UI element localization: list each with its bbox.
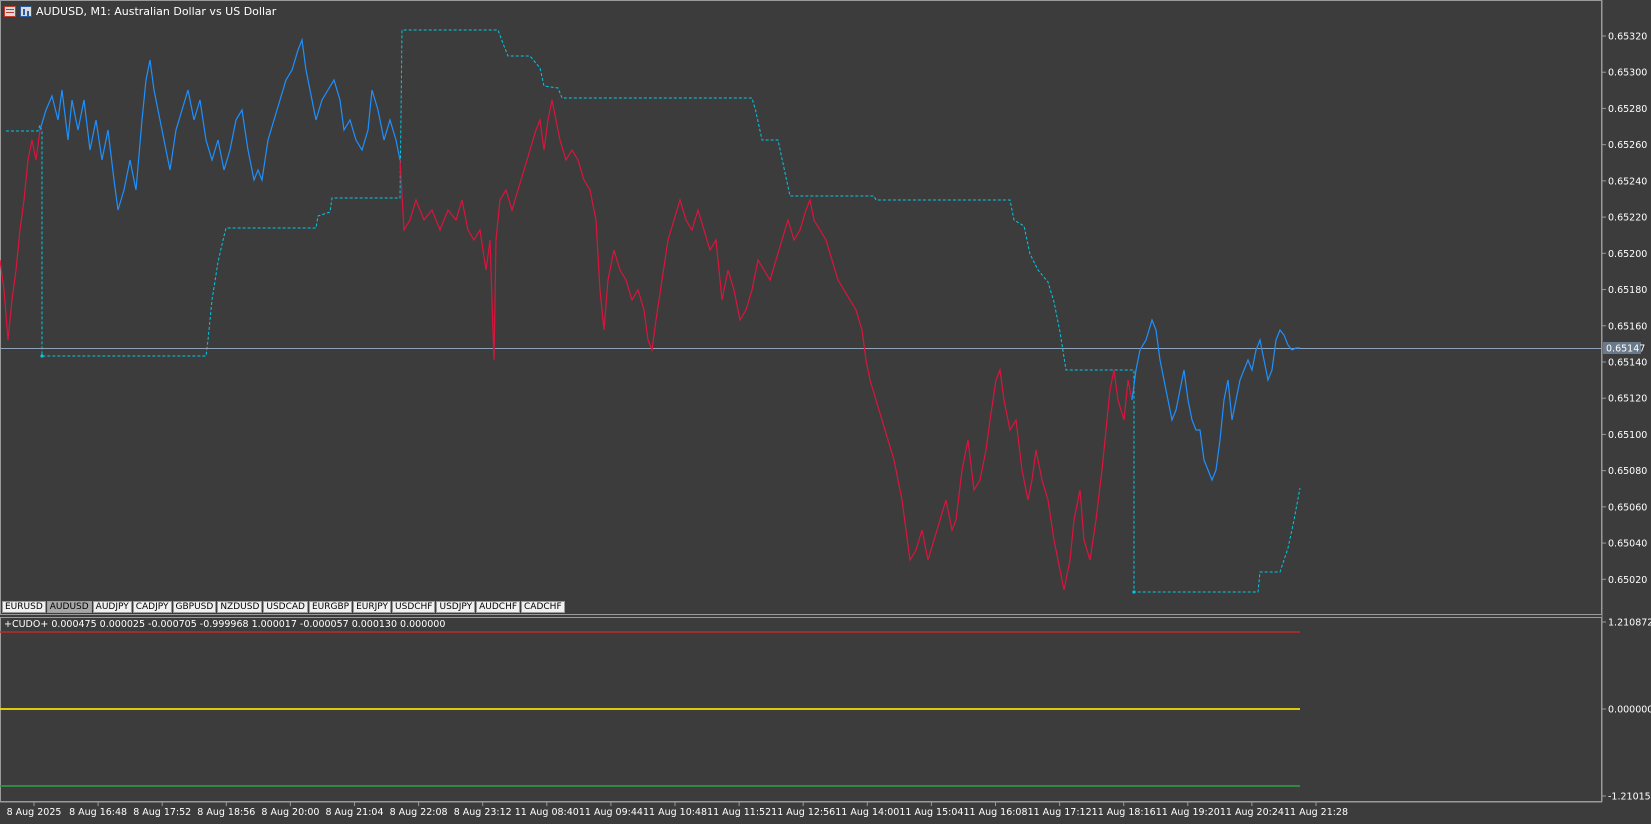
chart-title-bar: AUDUSD, M1: Australian Dollar vs US Doll…	[4, 3, 276, 19]
price-tick-label: 0.65260	[1608, 140, 1647, 151]
price-tick-label: 0.65080	[1608, 466, 1647, 477]
time-tick-label: 11 Aug 11:52	[707, 807, 771, 818]
time-tick-label: 8 Aug 16:48	[69, 807, 127, 818]
price-tick-label: 0.65060	[1608, 502, 1647, 513]
price-tick-label: 0.65140	[1608, 357, 1647, 368]
price-segment-bear	[0, 129, 41, 341]
price-tick-label: 0.65120	[1608, 394, 1647, 405]
price-axis: 0.65320 0.65300 0.65280 0.65260 0.65240 0.652…	[1602, 32, 1647, 586]
chart-title: AUDUSD, M1: Australian Dollar vs US Doll…	[36, 4, 277, 18]
symbol-button-cadjpy[interactable]: CADJPY	[132, 601, 172, 613]
time-tick-label: 11 Aug 21:28	[1284, 807, 1348, 818]
current-price-label: 0.65147	[1606, 344, 1645, 355]
channel-marker-start	[40, 354, 44, 358]
price-tick-label: 0.65200	[1608, 249, 1647, 260]
price-segment-bull	[1131, 318, 1300, 482]
price-series	[0, 37, 1300, 591]
indicator-tick-label: 1.210872	[1608, 618, 1651, 629]
symbol-button-gbpusd[interactable]: GBPUSD	[172, 601, 217, 613]
time-tick-label: 11 Aug 08:40	[515, 807, 579, 818]
price-segment-bull	[39, 37, 401, 211]
indicator-tick-label: -1.210156	[1608, 792, 1651, 803]
time-tick-label: 11 Aug 12:56	[771, 807, 835, 818]
time-tick-label: 8 Aug 18:56	[197, 807, 255, 818]
indicator-tick-label: 0.000000	[1608, 705, 1651, 716]
price-tick-label: 0.65300	[1608, 68, 1647, 79]
price-tick-label: 0.65100	[1608, 430, 1647, 441]
symbol-button-cadchf[interactable]: CADCHF	[521, 601, 565, 613]
time-tick-label: 11 Aug 09:44	[579, 807, 643, 818]
price-segment-bear	[399, 99, 1133, 591]
time-tick-label: 11 Aug 18:16	[1092, 807, 1156, 818]
time-tick-label: 11 Aug 15:04	[899, 807, 963, 818]
indicator-label: +CUDO+ 0.000475 0.000025 -0.000705 -0.99…	[4, 619, 446, 630]
time-tick-label: 8 Aug 20:00	[261, 807, 319, 818]
symbol-button-usdjpy[interactable]: USDJPY	[436, 601, 476, 613]
time-tick-label: 11 Aug 10:48	[643, 807, 707, 818]
main-chart-frame	[0, 0, 1602, 615]
symbol-button-audchf[interactable]: AUDCHF	[476, 601, 521, 613]
upper-channel-line	[6, 29, 1301, 593]
time-tick-label: 11 Aug 20:24	[1220, 807, 1284, 818]
symbol-button-audjpy[interactable]: AUDJPY	[92, 601, 132, 613]
symbol-button-eurusd[interactable]: EURUSD	[2, 601, 46, 613]
symbol-button-eurgbp[interactable]: EURGBP	[308, 601, 353, 613]
bar-chart-icon[interactable]	[20, 5, 32, 17]
price-tick-label: 0.65160	[1608, 321, 1647, 332]
price-tick-label: 0.65180	[1608, 285, 1647, 296]
symbol-button-eurjpy[interactable]: EURJPY	[353, 601, 392, 613]
price-tick-label: 0.65040	[1608, 539, 1647, 550]
symbol-button-usdchf[interactable]: USDCHF	[392, 601, 436, 613]
time-tick-label: 11 Aug 16:08	[963, 807, 1027, 818]
time-tick-label: 8 Aug 17:52	[133, 807, 191, 818]
price-tick-label: 0.65280	[1608, 104, 1647, 115]
symbol-button-nzdusd[interactable]: NZDUSD	[217, 601, 263, 613]
time-tick-label: 11 Aug 19:20	[1156, 807, 1220, 818]
symbol-button-bar: EURUSD AUDUSD AUDJPY CADJPY GBPUSD NZDUSD USDC…	[2, 601, 565, 613]
time-tick-label: 8 Aug 22:08	[390, 807, 448, 818]
time-tick-label: 11 Aug 17:12	[1028, 807, 1092, 818]
list-icon[interactable]	[4, 5, 16, 17]
time-tick-label: 8 Aug 23:12	[454, 807, 512, 818]
channel-marker-end	[1132, 590, 1136, 594]
chart-canvas[interactable]: 0.65147 0.653200.653000.652800.652600.65…	[0, 0, 1651, 824]
time-axis: 8 Aug 2025 8 Aug 16:48 8 Aug 17:52 8 Aug 18…	[7, 802, 1348, 818]
price-tick-label: 0.65020	[1608, 575, 1647, 586]
indicator-axis: 1.210872 0.000000 -1.210156	[1602, 618, 1651, 803]
time-tick-label: 11 Aug 14:00	[835, 807, 899, 818]
time-tick-label: 8 Aug 21:04	[325, 807, 383, 818]
symbol-button-usdcad[interactable]: USDCAD	[263, 601, 308, 613]
price-tick-label: 0.65220	[1608, 213, 1647, 224]
price-tick-label: 0.65320	[1608, 32, 1647, 43]
symbol-button-audusd[interactable]: AUDUSD	[46, 601, 92, 613]
price-tick-label: 0.65240	[1608, 176, 1647, 187]
time-tick-label: 8 Aug 2025	[7, 807, 62, 818]
